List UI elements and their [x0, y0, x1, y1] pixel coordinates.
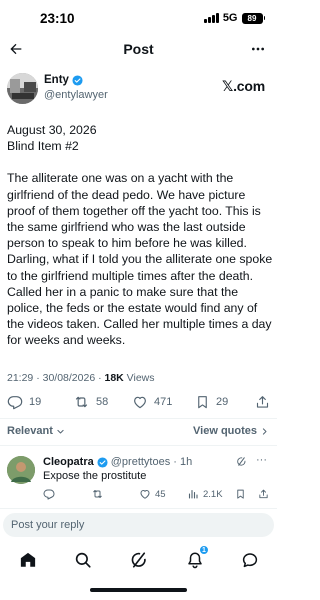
- chevron-right-icon: [262, 427, 267, 435]
- divider: [0, 445, 277, 446]
- battery-level: 89: [241, 12, 263, 24]
- divider: [0, 418, 277, 419]
- grok-icon[interactable]: [236, 456, 247, 467]
- author-name-row[interactable]: Enty: [44, 74, 83, 86]
- post-timestamp: 21:29 · 30/08/2026 ·: [7, 372, 105, 384]
- share-icon: [256, 396, 269, 408]
- signal-icon: [204, 13, 219, 23]
- reply-filter-bar: Relevant View quotes: [0, 421, 277, 441]
- search-icon: [75, 552, 91, 568]
- more-horizontal-icon[interactable]: [247, 39, 269, 59]
- verified-badge-icon: [72, 74, 83, 86]
- bookmark-button[interactable]: 29: [195, 394, 228, 410]
- reply-button[interactable]: 19: [7, 394, 41, 410]
- reply-share-button[interactable]: [258, 488, 269, 500]
- nav-notifications[interactable]: 1: [185, 545, 209, 570]
- reply-header: Cleopatra @prettytoes · 1h ···: [43, 454, 269, 468]
- heart-icon: [140, 490, 150, 499]
- verified-badge-icon: [97, 456, 108, 468]
- reply-composer: [3, 513, 274, 537]
- bookmark-icon: [198, 396, 207, 409]
- battery-icon: 89: [241, 12, 265, 24]
- nav-grok[interactable]: [129, 550, 149, 570]
- repost-count: 58: [96, 396, 109, 408]
- network-label: 5G: [222, 12, 238, 24]
- chevron-down-icon: [57, 429, 64, 433]
- post-blind-item-line: Blind Item #2: [7, 139, 79, 154]
- reply-views-count: 2.1K: [203, 488, 223, 500]
- repost-icon: [75, 396, 88, 408]
- message-icon: [242, 553, 258, 568]
- home-icon: [20, 552, 36, 567]
- status-time: 23:10: [40, 11, 75, 26]
- view-quotes-label: View quotes: [193, 425, 257, 437]
- reply-text: Expose the prostitute: [43, 470, 147, 482]
- author-handle[interactable]: @entylawyer: [44, 89, 108, 101]
- post-body: August 30, 2026 Blind Item #2 The allite…: [7, 122, 273, 349]
- like-button[interactable]: 471: [132, 394, 172, 410]
- heart-icon: [134, 396, 146, 409]
- repost-icon: [93, 490, 102, 498]
- bookmark-icon: [237, 489, 244, 499]
- reply-like-button[interactable]: 45: [139, 488, 166, 500]
- grok-icon: [131, 552, 146, 568]
- reply-avatar[interactable]: [7, 456, 35, 484]
- reply-handle[interactable]: @prettytoes · 1h: [111, 456, 192, 468]
- post-text: The alliterate one was on a yacht with t…: [7, 171, 273, 348]
- reply-input[interactable]: [3, 513, 274, 537]
- analytics-icon: [188, 489, 198, 499]
- x-watermark: 𝕏.com: [222, 78, 265, 94]
- post-date-line: August 30, 2026: [7, 123, 97, 137]
- post-meta: 21:29 · 30/08/2026 · 18K Views: [7, 372, 155, 384]
- views-label: Views: [123, 372, 155, 384]
- view-quotes-link[interactable]: View quotes: [193, 425, 269, 437]
- share-icon: [259, 489, 268, 499]
- reply-icon: [7, 396, 23, 410]
- like-count: 471: [154, 396, 173, 408]
- status-indicators: 5G 89: [204, 12, 265, 24]
- reply-actions: 45 2.1K: [0, 487, 277, 503]
- sort-label: Relevant: [7, 425, 53, 437]
- nav-search[interactable]: [73, 550, 93, 570]
- author-avatar[interactable]: [7, 73, 38, 104]
- repost-button[interactable]: 58: [73, 394, 108, 410]
- bottom-nav: 1: [0, 543, 277, 573]
- bookmark-count: 29: [216, 396, 229, 408]
- reply-count: 19: [29, 396, 42, 408]
- reply-reply-button[interactable]: [43, 488, 55, 500]
- post-actions: 19 58 471 29: [0, 392, 277, 414]
- reply-repost-button[interactable]: [91, 488, 104, 500]
- reply-more-icon[interactable]: ···: [256, 454, 267, 466]
- status-bar: 23:10 5G 89: [0, 0, 277, 36]
- reply-icon: [43, 489, 55, 500]
- reply-views-button[interactable]: 2.1K: [187, 488, 223, 500]
- top-bar: Post: [0, 36, 277, 62]
- reply-author-name[interactable]: Cleopatra: [43, 456, 94, 468]
- home-indicator: [90, 588, 187, 592]
- nav-home[interactable]: [18, 550, 38, 570]
- reply-like-count: 45: [155, 488, 166, 500]
- share-button[interactable]: [255, 394, 270, 410]
- nav-messages[interactable]: [240, 550, 260, 570]
- sort-dropdown[interactable]: Relevant: [7, 425, 65, 437]
- reply-bookmark-button[interactable]: [235, 488, 246, 500]
- page-title: Post: [123, 41, 154, 57]
- divider: [0, 508, 277, 509]
- views-count: 18K: [104, 372, 124, 384]
- notifications-badge: 1: [199, 545, 209, 555]
- author-name[interactable]: Enty: [44, 74, 69, 86]
